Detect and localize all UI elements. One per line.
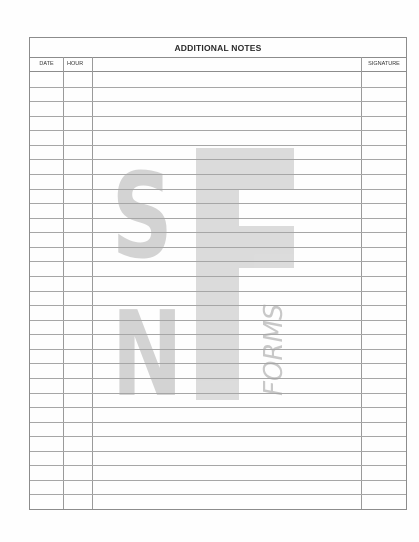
- table-row-line: [30, 217, 406, 219]
- table-row-line: [30, 101, 406, 103]
- table-row-line: [30, 290, 406, 292]
- table-row-line: [30, 436, 406, 438]
- table-row-line: [30, 174, 406, 175]
- column-header-hour: HOUR: [67, 61, 84, 67]
- table-row-line: [30, 377, 406, 379]
- table-row-line: [30, 261, 406, 263]
- table-row-line: [30, 348, 406, 350]
- table-row-line: [30, 188, 406, 190]
- table-row-line: [30, 407, 406, 408]
- table-row-line: [30, 275, 406, 277]
- table-row-line: [30, 363, 406, 365]
- table-row-line: [30, 479, 406, 481]
- form-title: ADDITIONAL NOTES: [30, 38, 406, 58]
- table-row-line: [30, 305, 406, 307]
- table-row-line: [30, 159, 406, 161]
- table-row-line: [30, 450, 406, 452]
- form-sheet: S N FORMS ADDITIONAL NOTES DATE HOUR SIG…: [0, 0, 419, 542]
- table-header: DATE HOUR SIGNATURE: [30, 57, 406, 72]
- table-row-line: [30, 232, 406, 234]
- table-row-line: [30, 203, 406, 205]
- table-row-line: [30, 421, 406, 423]
- table-row-line: [30, 319, 406, 321]
- table-row-line: [30, 392, 406, 394]
- table-body: [30, 72, 406, 509]
- notes-table: ADDITIONAL NOTES DATE HOUR SIGNATURE: [29, 37, 407, 510]
- table-row-line: [30, 144, 406, 146]
- column-header-date: DATE: [39, 61, 54, 67]
- table-row-line: [30, 494, 406, 496]
- table-row-line: [30, 465, 406, 467]
- table-row-line: [30, 246, 406, 248]
- table-row-line: [30, 130, 406, 132]
- table-row-line: [30, 334, 406, 336]
- column-header-signature: SIGNATURE: [368, 61, 400, 67]
- table-row-line: [30, 86, 406, 88]
- table-row-line: [30, 115, 406, 117]
